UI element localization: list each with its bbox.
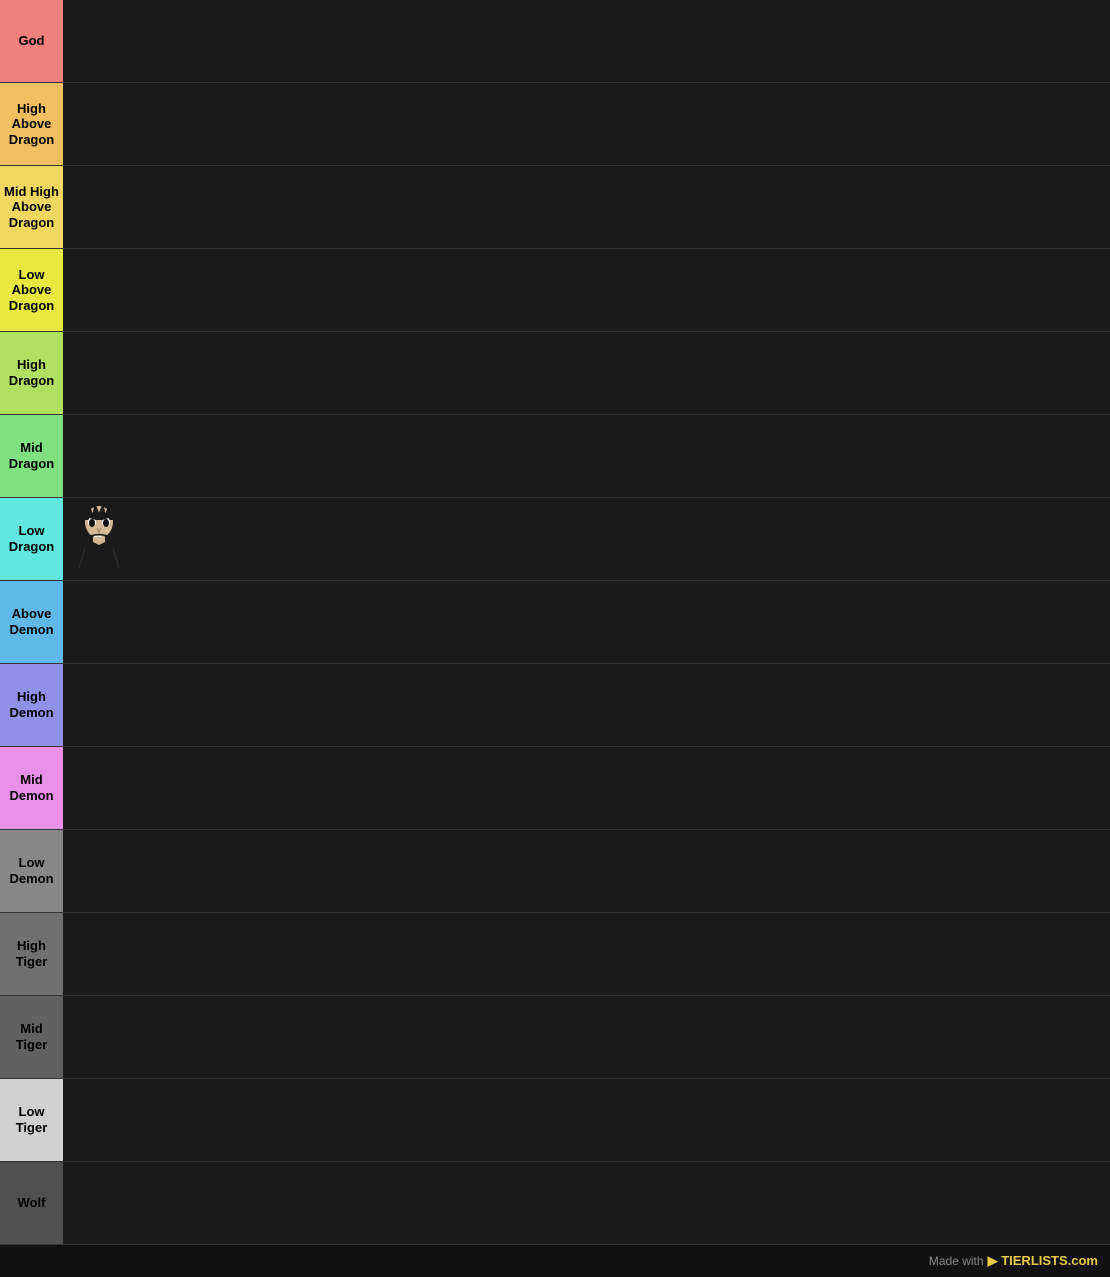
tier-row-low-above-dragon: Low Above Dragon [0, 249, 1110, 332]
tier-label-mid-high-above-dragon: Mid High Above Dragon [0, 166, 63, 248]
tier-row-mid-dragon: Mid Dragon [0, 415, 1110, 498]
tier-label-high-demon: High Demon [0, 664, 63, 746]
tier-row-wolf: Wolf [0, 1162, 1110, 1245]
footer-icon: ▶ [988, 1253, 998, 1268]
footer-made-with: Made with [929, 1254, 984, 1268]
tier-row-high-tiger: High Tiger [0, 913, 1110, 996]
tier-content-god [63, 0, 1110, 82]
tier-content-mid-high-above-dragon [63, 166, 1110, 248]
tier-content-high-dragon [63, 332, 1110, 414]
tier-row-low-dragon: Low Dragon [0, 498, 1110, 581]
tier-row-mid-demon: Mid Demon [0, 747, 1110, 830]
tier-content-mid-dragon [63, 415, 1110, 497]
tier-row-god: God [0, 0, 1110, 83]
footer-brand: ▶ TIERLISTS.com [988, 1253, 1098, 1269]
tier-content-low-above-dragon [63, 249, 1110, 331]
footer: Made with ▶ TIERLISTS.com [0, 1245, 1110, 1277]
tier-label-mid-dragon: Mid Dragon [0, 415, 63, 497]
tier-row-high-demon: High Demon [0, 664, 1110, 747]
footer-brand-text: TIERLISTS.com [1001, 1253, 1098, 1268]
tier-content-mid-tiger [63, 996, 1110, 1078]
tier-row-above-demon: Above Demon [0, 581, 1110, 664]
tier-content-high-demon [63, 664, 1110, 746]
tier-content-wolf [63, 1162, 1110, 1244]
tier-row-mid-high-above-dragon: Mid High Above Dragon [0, 166, 1110, 249]
tier-label-high-above-dragon: High Above Dragon [0, 83, 63, 165]
tier-content-high-tiger [63, 913, 1110, 995]
tier-label-low-demon: Low Demon [0, 830, 63, 912]
tier-content-above-demon [63, 581, 1110, 663]
tier-content-low-tiger [63, 1079, 1110, 1161]
tier-label-god: God [0, 0, 63, 82]
tier-label-wolf: Wolf [0, 1162, 63, 1244]
tier-content-low-dragon [63, 498, 1110, 580]
tier-item[interactable] [65, 500, 133, 568]
tier-label-above-demon: Above Demon [0, 581, 63, 663]
tier-row-high-dragon: High Dragon [0, 332, 1110, 415]
tier-row-mid-tiger: Mid Tiger [0, 996, 1110, 1079]
tier-label-mid-tiger: Mid Tiger [0, 996, 63, 1078]
tier-label-mid-demon: Mid Demon [0, 747, 63, 829]
tier-label-low-above-dragon: Low Above Dragon [0, 249, 63, 331]
tier-label-high-tiger: High Tiger [0, 913, 63, 995]
tier-row-low-demon: Low Demon [0, 830, 1110, 913]
tier-content-high-above-dragon [63, 83, 1110, 165]
tier-label-high-dragon: High Dragon [0, 332, 63, 414]
tier-content-mid-demon [63, 747, 1110, 829]
tier-content-low-demon [63, 830, 1110, 912]
tier-row-high-above-dragon: High Above Dragon [0, 83, 1110, 166]
tier-label-low-dragon: Low Dragon [0, 498, 63, 580]
tier-row-low-tiger: Low Tiger [0, 1079, 1110, 1162]
tier-list: GodHigh Above DragonMid High Above Drago… [0, 0, 1110, 1245]
tier-label-low-tiger: Low Tiger [0, 1079, 63, 1161]
